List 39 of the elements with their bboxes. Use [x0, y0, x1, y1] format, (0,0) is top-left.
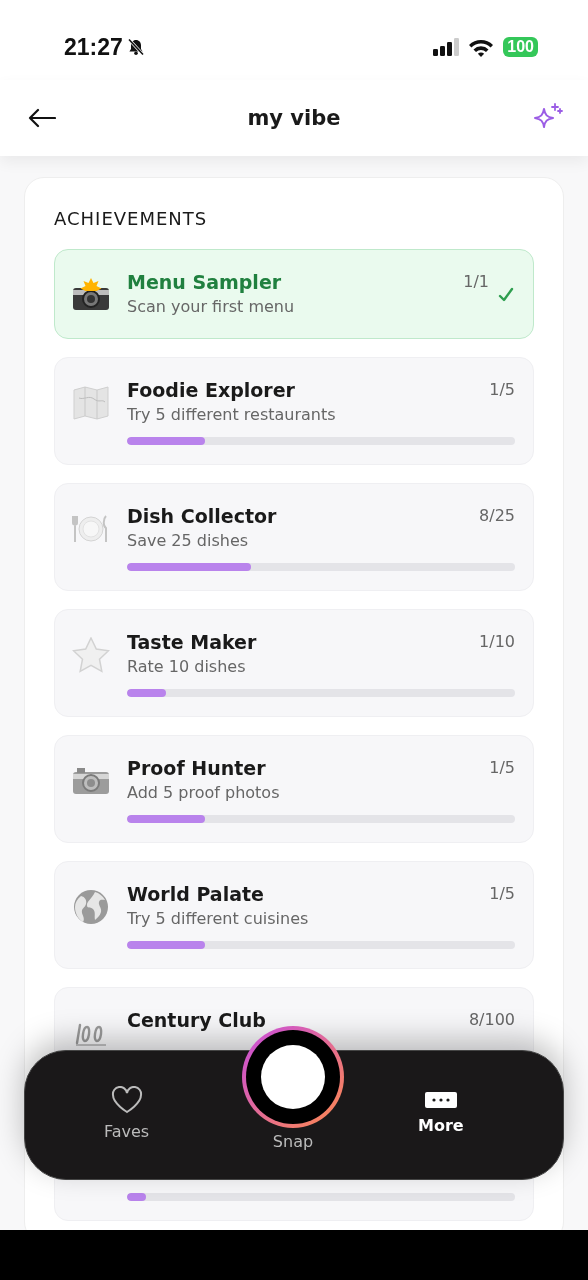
progress-count: 1/1: [463, 271, 489, 291]
clock-time: 21:27: [64, 33, 123, 61]
checkmark-icon: [498, 287, 514, 303]
globe-icon: [73, 889, 109, 925]
achievement-title: Dish Collector: [127, 504, 277, 528]
achievement-description: Try 5 different restaurants: [127, 405, 336, 425]
back-arrow-icon: [28, 108, 56, 128]
camera-flash-icon: [72, 278, 110, 312]
achievement-description: Rate 10 dishes: [127, 657, 247, 677]
more-dots-icon: [424, 1092, 457, 1108]
progress-count: 8/25: [479, 505, 515, 525]
progress-count: 1/5: [489, 757, 515, 777]
back-button[interactable]: [26, 106, 58, 130]
achievement-description: Scan your first menu: [127, 297, 295, 317]
achievement-description: Add 5 proof photos: [127, 783, 280, 803]
achievement-description: Try 5 different cuisines: [127, 909, 309, 929]
achievement-title: Foodie Explorer: [127, 378, 296, 402]
nav-tab[interactable]: Faves: [104, 1086, 150, 1141]
nav-tab[interactable]: More: [418, 1092, 464, 1135]
progress-count: 1/5: [489, 379, 515, 399]
achievement-title: Century Club: [127, 1008, 266, 1032]
signal-icon: [433, 38, 460, 56]
page-title: my vibe: [247, 106, 341, 130]
progress-count: 1/5: [489, 883, 515, 903]
wifi-icon: [468, 37, 495, 57]
achievement-title: World Palate: [127, 882, 265, 906]
achievement-title: Taste Maker: [127, 630, 257, 654]
achievement-title: Proof Hunter: [127, 756, 267, 780]
section-title: ACHIEVEMENTS: [54, 208, 209, 229]
map-icon: [73, 386, 109, 420]
bell-muted-icon: [125, 37, 146, 57]
star-icon: [72, 637, 110, 673]
camera-icon: [72, 766, 110, 796]
achievement-description: Save 25 dishes: [127, 531, 250, 551]
battery-indicator: 100: [503, 37, 538, 57]
heart-icon: [110, 1086, 143, 1114]
achievement-title: Menu Sampler: [127, 270, 283, 294]
progress-count: 8/100: [468, 1009, 515, 1029]
progress-count: 1/10: [479, 631, 515, 651]
